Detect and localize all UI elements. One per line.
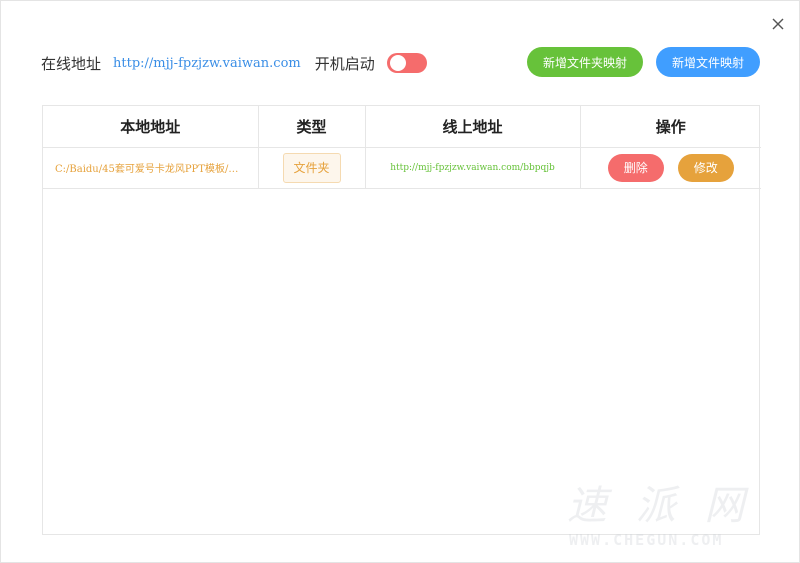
close-icon — [772, 18, 784, 30]
boot-start-label: 开机启动 — [314, 54, 375, 73]
column-header-type: 类型 — [258, 106, 366, 148]
top-bar: 在线地址 http://mjj-fpzjzw.vaiwan.com 开机启动 — [41, 45, 427, 81]
table-row: C:/Baidu/45套可爱号卡龙风PPT模板/部分... 文件夹 http:/… — [43, 147, 761, 189]
local-address-cell: C:/Baidu/45套可爱号卡龙风PPT模板/部分... — [43, 147, 259, 189]
toggle-knob — [389, 55, 406, 71]
online-address-link[interactable]: http://mjj-fpzjzw.vaiwan.com — [113, 56, 301, 71]
column-header-online: 线上地址 — [365, 106, 581, 148]
operations-cell: 删除 修改 — [580, 147, 761, 189]
online-address-cell: http://mjj-fpzjzw.vaiwan.com/bbpqjb — [365, 147, 581, 189]
online-address-text[interactable]: http://mjj-fpzjzw.vaiwan.com/bbpqjb — [366, 163, 580, 173]
close-button[interactable] — [769, 15, 787, 33]
type-tag: 文件夹 — [282, 152, 341, 183]
column-header-local: 本地地址 — [43, 106, 259, 148]
table-header-row: 本地地址 类型 线上地址 操作 — [43, 106, 761, 148]
mapping-table: 本地地址 类型 线上地址 操作 C:/Baidu/45套可爱号卡龙风PPT模板/… — [42, 105, 761, 535]
type-cell: 文件夹 — [258, 147, 366, 189]
dialog-window: 在线地址 http://mjj-fpzjzw.vaiwan.com 开机启动 新… — [0, 0, 800, 563]
edit-button[interactable]: 修改 — [677, 153, 734, 182]
local-address-text: C:/Baidu/45套可爱号卡龙风PPT模板/部分... — [55, 164, 258, 175]
delete-button[interactable]: 删除 — [607, 153, 664, 182]
boot-start-toggle[interactable] — [386, 53, 427, 73]
column-header-operations: 操作 — [580, 106, 761, 148]
online-address-label: 在线地址 — [41, 54, 102, 73]
add-file-mapping-button[interactable]: 新增文件映射 — [656, 47, 760, 77]
add-folder-mapping-button[interactable]: 新增文件夹映射 — [527, 47, 643, 77]
